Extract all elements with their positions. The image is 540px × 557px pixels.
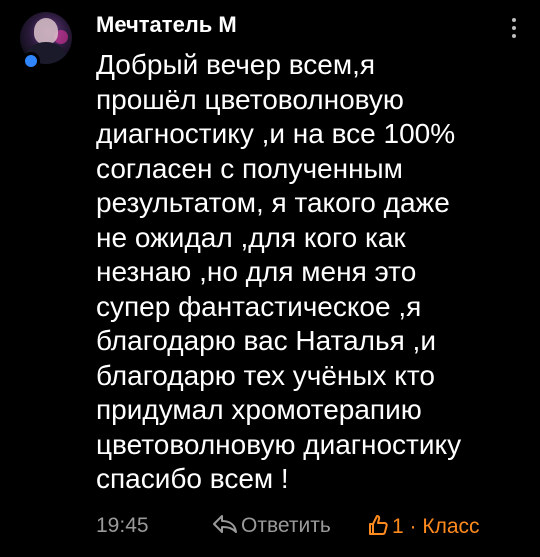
comment-text: Добрый вечер всем,я прошёл цветоволновую… — [96, 49, 462, 494]
more-options-icon[interactable] — [510, 16, 518, 40]
comment-author[interactable]: Мечтатель М — [96, 12, 237, 38]
like-separator: · — [409, 515, 417, 538]
avatar-face — [34, 18, 58, 44]
thumbs-up-icon — [369, 515, 388, 535]
reply-label: Ответить — [241, 514, 331, 537]
reply-button[interactable]: Ответить — [212, 514, 331, 538]
reply-arrow-icon — [213, 515, 237, 533]
like-button[interactable]: 1 · Класс — [368, 514, 480, 539]
like-label: Класс — [422, 515, 480, 538]
like-count: 1 — [392, 515, 404, 538]
comment-time: 19:45 — [96, 514, 149, 537]
online-status-dot — [22, 52, 40, 70]
